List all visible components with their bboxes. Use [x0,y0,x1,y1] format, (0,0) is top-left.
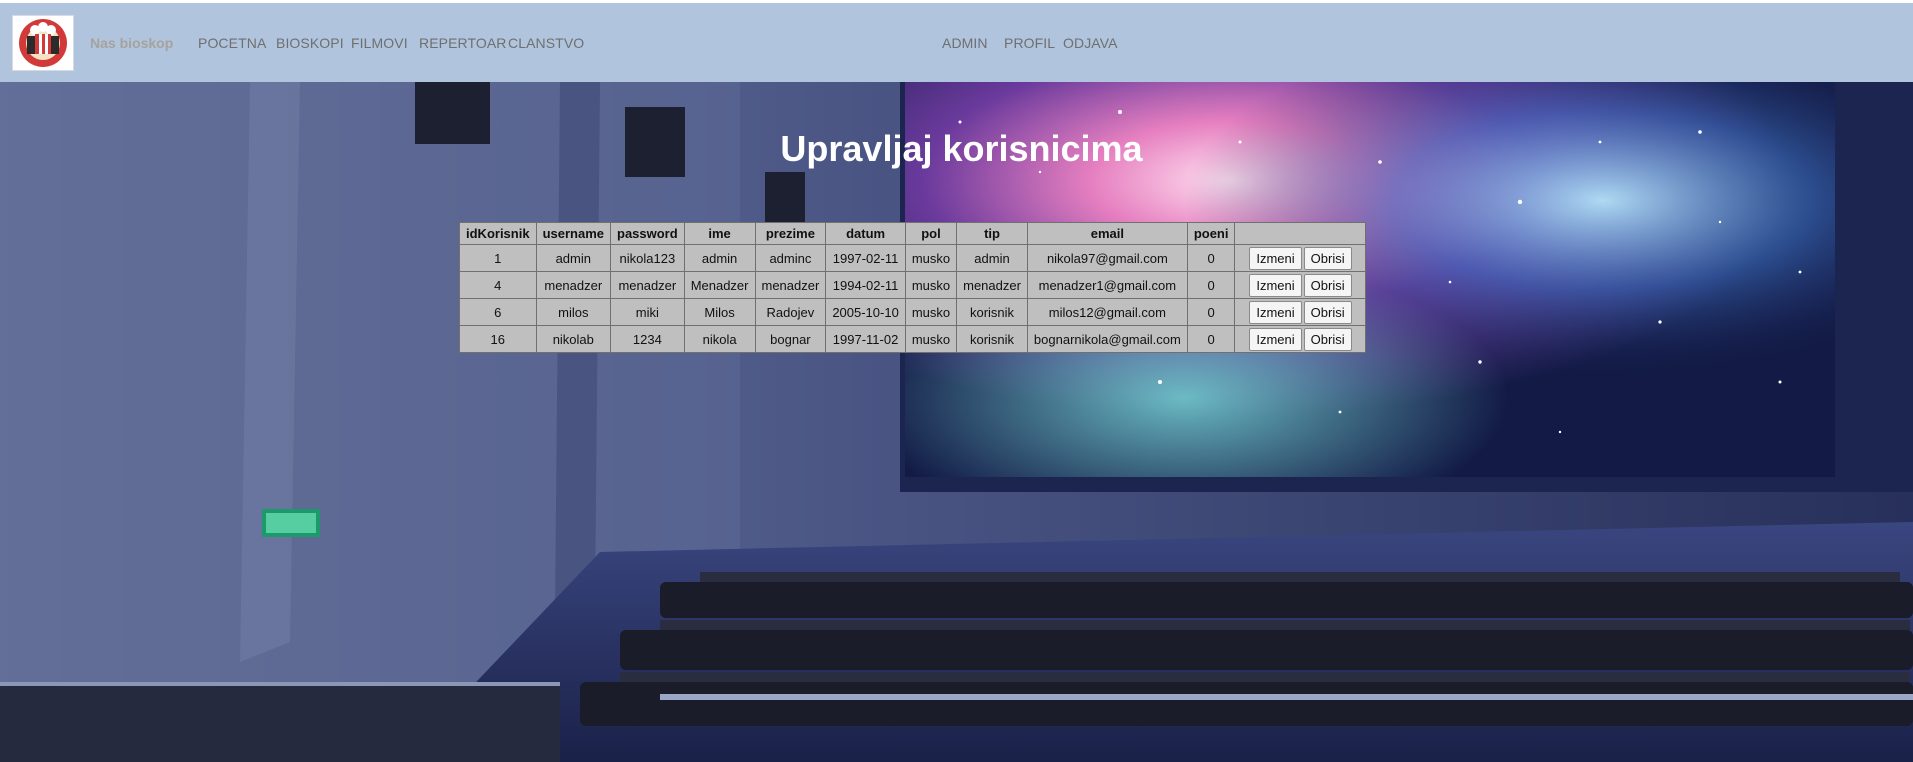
cell-idkorisnik: 4 [459,271,537,299]
cell-tip: admin [956,244,1028,272]
cell-idkorisnik: 6 [459,298,537,326]
cell-tip: menadzer [956,271,1028,299]
cell-actions: Izmeni Obrisi [1234,325,1367,353]
cell-password: miki [610,298,685,326]
cell-poeni: 0 [1186,271,1236,299]
nav-link-profil[interactable]: PROFIL [1004,35,1055,51]
cell-datum: 2005-10-10 [825,298,906,326]
cell-password: menadzer [610,271,685,299]
table-row: 4 menadzer menadzer Menadzer menadzer 19… [459,271,1367,299]
column-header-idkorisnik: idKorisnik [459,222,537,245]
cell-username: menadzer [535,271,612,299]
cell-username: nikolab [535,325,612,353]
cell-poeni: 0 [1186,244,1236,272]
cell-email: menadzer1@gmail.com [1026,271,1188,299]
column-header-email: email [1026,222,1188,245]
table-row: 6 milos miki Milos Radojev 2005-10-10 mu… [459,298,1367,326]
cell-ime: Menadzer [683,271,756,299]
nav-link-admin[interactable]: ADMIN [942,35,988,51]
cell-datum: 1997-11-02 [825,325,906,353]
edit-user-button[interactable]: Izmeni [1249,327,1302,351]
table-row: 1 admin nikola123 admin adminc 1997-02-1… [459,244,1367,272]
cell-prezime: bognar [754,325,827,353]
cell-actions: Izmeni Obrisi [1234,244,1367,272]
delete-user-button[interactable]: Obrisi [1303,300,1352,324]
cell-prezime: menadzer [754,271,827,299]
cell-poeni: 0 [1186,298,1236,326]
cell-prezime: Radojev [754,298,827,326]
cinema-background-image [0,82,1913,762]
delete-user-button[interactable]: Obrisi [1303,246,1352,270]
brand-link[interactable]: Nas bioskop [90,35,173,51]
cell-tip: korisnik [956,298,1028,326]
cell-ime: admin [683,244,756,272]
column-header-datum: datum [825,222,906,245]
cell-pol: musko [904,298,958,326]
nav-link-bioskopi[interactable]: BIOSKOPI [276,35,344,51]
cell-password: nikola123 [610,244,685,272]
edit-user-button[interactable]: Izmeni [1249,300,1302,324]
table-row: 16 nikolab 1234 nikola bognar 1997-11-02… [459,325,1367,353]
delete-user-button[interactable]: Obrisi [1303,273,1352,297]
cinema-logo[interactable] [12,15,74,71]
cell-datum: 1994-02-11 [825,271,906,299]
cell-ime: nikola [683,325,756,353]
cell-idkorisnik: 1 [459,244,537,272]
page-title: Upravljaj korisnicima [780,128,1143,169]
cell-email: bognarnikola@gmail.com [1026,325,1188,353]
cell-ime: Milos [683,298,756,326]
cell-username: admin [535,244,612,272]
top-navbar: Nas bioskop POCETNA BIOSKOPI FILMOVI REP… [0,0,1913,82]
delete-user-button[interactable]: Obrisi [1303,327,1352,351]
cell-email: nikola97@gmail.com [1026,244,1188,272]
table-header-row: idKorisnik username password ime prezime… [459,222,1367,245]
column-header-ime: ime [683,222,756,245]
column-header-password: password [610,222,685,245]
nav-link-clanstvo[interactable]: CLANSTVO [508,35,584,51]
cell-username: milos [535,298,612,326]
cell-datum: 1997-02-11 [825,244,906,272]
edit-user-button[interactable]: Izmeni [1249,246,1302,270]
cell-email: milos12@gmail.com [1026,298,1188,326]
cell-actions: Izmeni Obrisi [1234,271,1367,299]
nav-link-pocetna[interactable]: POCETNA [198,35,266,51]
cell-actions: Izmeni Obrisi [1234,298,1367,326]
cell-pol: musko [904,271,958,299]
edit-user-button[interactable]: Izmeni [1249,273,1302,297]
column-header-pol: pol [904,222,958,245]
nav-link-filmovi[interactable]: FILMOVI [351,35,408,51]
cell-tip: korisnik [956,325,1028,353]
column-header-actions [1234,222,1367,245]
column-header-prezime: prezime [754,222,827,245]
nav-link-odjava[interactable]: ODJAVA [1063,35,1118,51]
column-header-tip: tip [956,222,1028,245]
column-header-poeni: poeni [1186,222,1236,245]
users-table: idKorisnik username password ime prezime… [459,222,1367,353]
cell-pol: musko [904,244,958,272]
cell-prezime: adminc [754,244,827,272]
cell-poeni: 0 [1186,325,1236,353]
nav-link-repertoar[interactable]: REPERTOAR [419,35,507,51]
cell-password: 1234 [610,325,685,353]
cell-pol: musko [904,325,958,353]
cell-idkorisnik: 16 [459,325,537,353]
column-header-username: username [535,222,612,245]
